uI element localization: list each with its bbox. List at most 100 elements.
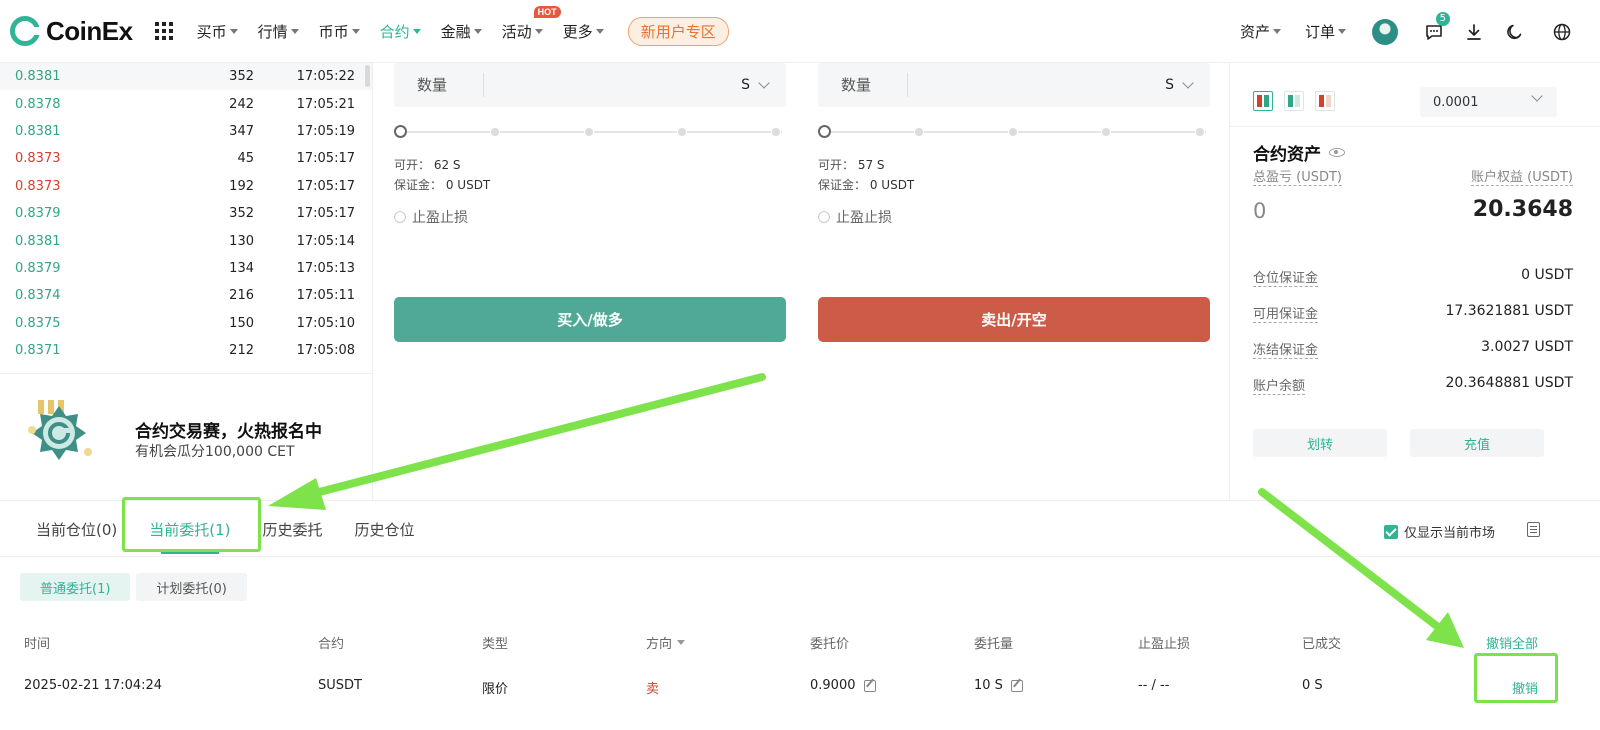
header-type: 类型 bbox=[482, 637, 509, 652]
top-nav: CoinEx 买币 行情 币币 合约 金融 活动 HOT 更多 新用户专区 资产 … bbox=[0, 0, 1600, 63]
trade-time: 17:05:11 bbox=[296, 288, 355, 304]
apps-grid-icon[interactable] bbox=[154, 22, 173, 40]
caret-down-icon bbox=[473, 28, 482, 34]
trade-price: 0.8373 bbox=[15, 178, 61, 194]
price-precision-select[interactable]: 0.0001 bbox=[1420, 87, 1557, 117]
coinex-logo-icon bbox=[10, 16, 41, 46]
avatar[interactable] bbox=[1372, 18, 1398, 45]
buy-form: 数量 S 可开： 62 S 保证金： 0 USDT 止盈止损 bbox=[394, 63, 786, 227]
sell-quantity-input[interactable]: 数量 S bbox=[818, 63, 1210, 107]
slider-step-100[interactable] bbox=[1195, 127, 1205, 137]
trade-row[interactable]: 0.8379 134 17:05:13 bbox=[0, 255, 372, 282]
deposit-button[interactable]: 充值 bbox=[1410, 429, 1544, 457]
total-pnl-value: 0 bbox=[1253, 199, 1267, 223]
caret-down-icon bbox=[595, 28, 604, 34]
trade-qty: 352 bbox=[229, 206, 254, 222]
slider-step-50[interactable] bbox=[1008, 127, 1018, 137]
trade-row[interactable]: 0.8373 192 17:05:17 bbox=[0, 173, 372, 200]
slider-step-25[interactable] bbox=[914, 127, 924, 137]
trade-row[interactable]: 0.8375 150 17:05:10 bbox=[0, 310, 372, 337]
new-user-zone-button[interactable]: 新用户专区 bbox=[627, 16, 729, 46]
header-filled: 已成交 bbox=[1302, 637, 1342, 652]
sell-info: 可开： 57 S 保证金： 0 USDT bbox=[818, 158, 915, 192]
trade-row[interactable]: 0.8373 45 17:05:17 bbox=[0, 145, 372, 172]
nav-right: 资产 订单 5 bbox=[1228, 0, 1600, 63]
sell-tpsl-toggle[interactable]: 止盈止损 bbox=[818, 207, 1210, 227]
menu-item-activities[interactable]: 活动 HOT bbox=[502, 5, 561, 42]
trade-row[interactable]: 0.8371 212 17:05:08 bbox=[0, 337, 372, 364]
equity-value: 20.3648 bbox=[1472, 197, 1573, 222]
orderbook-layout-switcher bbox=[1253, 91, 1346, 111]
language-globe-icon[interactable] bbox=[1552, 22, 1572, 42]
buy-info: 可开： 62 S 保证金： 0 USDT bbox=[394, 158, 491, 192]
eye-icon[interactable] bbox=[1329, 148, 1345, 157]
layout-both-icon[interactable] bbox=[1253, 91, 1273, 111]
available-margin-row: 可用保证金 17.3621881 USDT bbox=[1253, 303, 1573, 323]
tab-current-positions[interactable]: 当前仓位(0) bbox=[36, 519, 117, 540]
caret-down-icon bbox=[229, 28, 238, 34]
layout-buy-icon[interactable] bbox=[1284, 91, 1304, 111]
tab-order-history[interactable]: 历史委托 bbox=[263, 519, 323, 540]
layout-sell-icon[interactable] bbox=[1315, 91, 1335, 111]
caret-down-icon bbox=[534, 28, 543, 34]
edit-amount-icon[interactable] bbox=[1010, 679, 1023, 692]
trade-row[interactable]: 0.8378 242 17:05:21 bbox=[0, 90, 372, 117]
slider-handle[interactable] bbox=[818, 125, 831, 138]
slider-step-75[interactable] bbox=[677, 127, 687, 137]
sell-quantity-slider[interactable] bbox=[818, 125, 1210, 138]
menu-item-futures[interactable]: 合约 bbox=[380, 21, 421, 42]
trades-scrollbar[interactable] bbox=[365, 65, 370, 87]
sell-unit-select[interactable]: S bbox=[1165, 77, 1194, 93]
trade-price: 0.8378 bbox=[15, 96, 61, 112]
order-contract: SUSDT bbox=[318, 678, 362, 693]
transfer-button[interactable]: 划转 bbox=[1253, 429, 1387, 457]
buy-unit-select[interactable]: S bbox=[741, 77, 770, 93]
order-type: 限价 bbox=[482, 682, 509, 697]
buy-quantity-input[interactable]: 数量 S bbox=[394, 63, 786, 107]
edit-price-icon[interactable] bbox=[863, 679, 876, 692]
slider-step-100[interactable] bbox=[771, 127, 781, 137]
subtab-normal-orders[interactable]: 普通委托(1) bbox=[20, 573, 131, 601]
highlight-open-orders-tab bbox=[122, 497, 261, 552]
trade-time: 17:05:22 bbox=[296, 69, 355, 85]
order-amount: 10 S bbox=[974, 678, 1023, 693]
menu-item-spot[interactable]: 币币 bbox=[319, 21, 360, 42]
menu-item-more[interactable]: 更多 bbox=[563, 21, 604, 42]
document-icon[interactable] bbox=[1527, 522, 1540, 537]
coinex-logo[interactable]: CoinEx bbox=[10, 16, 133, 47]
trade-qty: 212 bbox=[229, 343, 254, 359]
header-direction[interactable]: 方向 bbox=[646, 633, 686, 652]
buy-quantity-slider[interactable] bbox=[394, 125, 786, 138]
sell-short-button[interactable]: 卖出/开空 bbox=[818, 297, 1210, 342]
slider-step-50[interactable] bbox=[584, 127, 594, 137]
subtab-plan-orders[interactable]: 计划委托(0) bbox=[136, 573, 247, 601]
buy-long-button[interactable]: 买入/做多 bbox=[394, 297, 786, 342]
trade-row[interactable]: 0.8381 352 17:05:22 bbox=[0, 63, 372, 91]
slider-step-75[interactable] bbox=[1101, 127, 1111, 137]
trade-qty: 150 bbox=[229, 315, 254, 331]
dark-mode-moon-icon[interactable] bbox=[1504, 22, 1524, 42]
buy-tpsl-toggle[interactable]: 止盈止损 bbox=[394, 207, 786, 227]
trade-price: 0.8373 bbox=[15, 151, 61, 167]
promo-subtitle: 有机会瓜分100,000 CET bbox=[135, 444, 295, 460]
trade-price: 0.8371 bbox=[15, 343, 61, 359]
message-icon[interactable]: 5 bbox=[1424, 11, 1450, 42]
trade-qty: 130 bbox=[229, 233, 254, 249]
tab-position-history[interactable]: 历史仓位 bbox=[355, 519, 415, 540]
only-current-market-checkbox[interactable]: 仅显示当前市场 bbox=[1383, 522, 1495, 541]
trade-row[interactable]: 0.8379 352 17:05:17 bbox=[0, 200, 372, 227]
trade-row[interactable]: 0.8381 347 17:05:19 bbox=[0, 118, 372, 145]
contest-promo-banner[interactable]: 合约交易赛，火热报名中 有机会瓜分100,000 CET bbox=[0, 373, 373, 500]
menu-item-assets[interactable]: 资产 bbox=[1240, 21, 1281, 42]
download-icon[interactable] bbox=[1464, 22, 1484, 42]
trade-row[interactable]: 0.8381 130 17:05:14 bbox=[0, 227, 372, 254]
slider-handle[interactable] bbox=[394, 125, 407, 138]
menu-item-orders[interactable]: 订单 bbox=[1305, 21, 1346, 42]
menu-item-markets[interactable]: 行情 bbox=[258, 21, 299, 42]
cancel-all-button[interactable]: 撤销全部 bbox=[1486, 633, 1538, 652]
trade-row[interactable]: 0.8374 216 17:05:11 bbox=[0, 282, 372, 309]
slider-step-25[interactable] bbox=[490, 127, 500, 137]
menu-item-finance[interactable]: 金融 bbox=[441, 21, 482, 42]
trade-time: 17:05:14 bbox=[296, 233, 355, 249]
menu-item-buy-crypto[interactable]: 买币 bbox=[197, 21, 238, 42]
